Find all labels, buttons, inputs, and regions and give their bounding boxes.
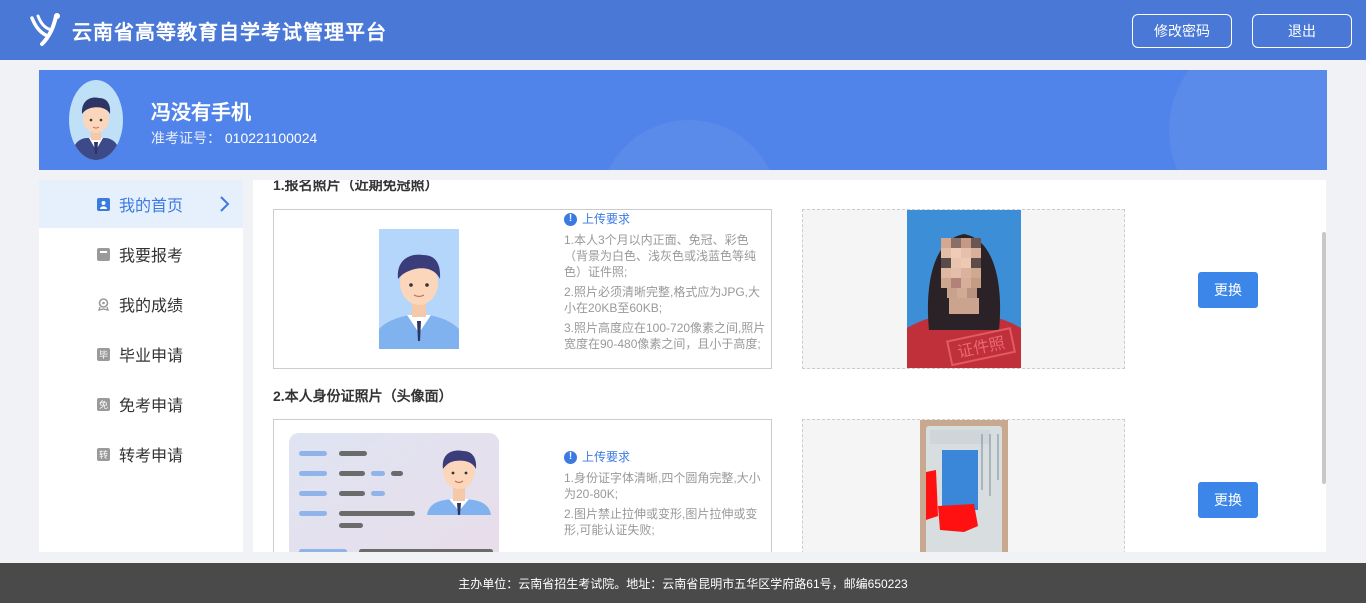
requirement-item: 1.身份证字体清晰,四个圆角完整,大小为20-80K;	[564, 471, 761, 501]
sample-id-card-box: ! 上传要求 1.身份证字体清晰,四个圆角完整,大小为20-80K; 2.图片禁…	[273, 419, 772, 552]
requirement-item: 1.本人3个月以内正面、免冠、彩色（背景为白色、浅灰色或浅蓝色等纯色）证件照;	[564, 233, 757, 279]
ticket-label: 准考证号：	[151, 130, 221, 146]
footer-text: 主办单位：云南省招生考试院。地址：云南省昆明市五华区学府路61号，邮编65022…	[458, 576, 908, 591]
info-icon: !	[564, 450, 577, 464]
change-password-button[interactable]: 修改密码	[1132, 14, 1232, 48]
sample-photo-box: ! 上传要求 1.本人3个月以内正面、免冠、彩色（背景为白色、浅灰色或浅蓝色等纯…	[273, 209, 772, 369]
sidebar-item-label: 转考申请	[119, 448, 184, 465]
graduation-icon: 毕	[97, 347, 110, 361]
uploaded-photo-area[interactable]: 证件照	[802, 209, 1125, 369]
register-icon	[97, 247, 110, 261]
sidebar-item-label: 我的首页	[119, 198, 184, 215]
sidebar-item-exemption[interactable]: 免 免考申请	[39, 380, 243, 428]
profile-banner: 冯没有手机 准考证号： 010221100024	[39, 70, 1327, 170]
sidebar-item-scores[interactable]: 我的成绩	[39, 280, 243, 328]
sidebar: 我的首页 我要报考 我的成绩 毕 毕业申请 免 免考申请 转 转考申请	[39, 180, 243, 552]
banner-decoration	[1169, 70, 1327, 170]
sidebar-item-label: 免考申请	[119, 398, 184, 415]
info-icon: !	[564, 212, 577, 226]
upload-requirements: ! 上传要求 1.身份证字体清晰,四个圆角完整,大小为20-80K; 2.图片禁…	[564, 449, 769, 542]
footer: 主办单位：云南省招生考试院。地址：云南省昆明市五华区学府路61号，邮编65022…	[0, 563, 1366, 603]
vertical-scrollbar[interactable]	[1322, 232, 1326, 484]
ticket-info: 准考证号： 010221100024	[151, 128, 317, 148]
sample-id-card-illustration	[289, 433, 499, 552]
requirement-item: 2.照片必须清晰完整,格式应为JPG,大小在20KB至60KB;	[564, 285, 761, 315]
avatar-illustration	[73, 97, 119, 160]
ticket-number: 010221100024	[224, 130, 318, 146]
user-icon	[97, 197, 110, 211]
section-title: 1.报名照片（近期免冠照）	[273, 180, 439, 193]
chevron-right-icon	[220, 196, 230, 212]
sidebar-item-register[interactable]: 我要报考	[39, 230, 243, 278]
app-title: 云南省高等教育自学考试管理平台	[72, 22, 387, 44]
avatar	[69, 80, 123, 160]
change-id-card-button[interactable]: 更换	[1198, 482, 1258, 518]
user-name: 冯没有手机	[151, 102, 251, 124]
requirement-item: 3.照片高度应在100-720像素之间,照片宽度在90-480像素之间，且小于高…	[564, 321, 766, 351]
exemption-icon: 免	[97, 397, 110, 411]
section-title: 2.本人身份证照片（头像面）	[273, 388, 453, 404]
sidebar-item-label: 我要报考	[119, 248, 184, 265]
sidebar-item-label: 我的成绩	[119, 298, 184, 315]
top-bar: 云南省高等教育自学考试管理平台 修改密码 退出	[0, 0, 1366, 60]
requirements-title: 上传要求	[582, 450, 631, 464]
sidebar-item-label: 毕业申请	[119, 348, 184, 365]
transfer-icon: 转	[97, 447, 110, 461]
uploaded-portrait-photo: 证件照	[907, 210, 1021, 368]
requirement-item: 2.图片禁止拉伸或变形,图片拉伸或变形,可能认证失败;	[564, 507, 758, 537]
sidebar-item-home[interactable]: 我的首页	[39, 180, 243, 228]
score-icon	[97, 297, 110, 311]
sidebar-item-graduation[interactable]: 毕 毕业申请	[39, 330, 243, 378]
logo-icon	[30, 13, 60, 46]
upload-requirements: ! 上传要求 1.本人3个月以内正面、免冠、彩色（背景为白色、浅灰色或浅蓝色等纯…	[564, 211, 769, 356]
main-panel: 1.报名照片（近期免冠照） ! 上传要求 1.本人3个月以内正面、免冠、彩色（背…	[253, 180, 1326, 552]
sidebar-item-transfer[interactable]: 转 转考申请	[39, 430, 243, 478]
sample-portrait-illustration	[379, 229, 459, 349]
banner-decoration	[599, 120, 779, 170]
requirements-title: 上传要求	[582, 212, 631, 226]
logout-button[interactable]: 退出	[1252, 14, 1352, 48]
change-photo-button[interactable]: 更换	[1198, 272, 1258, 308]
uploaded-id-card-photo	[920, 420, 1008, 552]
uploaded-id-card-area[interactable]	[802, 419, 1125, 552]
